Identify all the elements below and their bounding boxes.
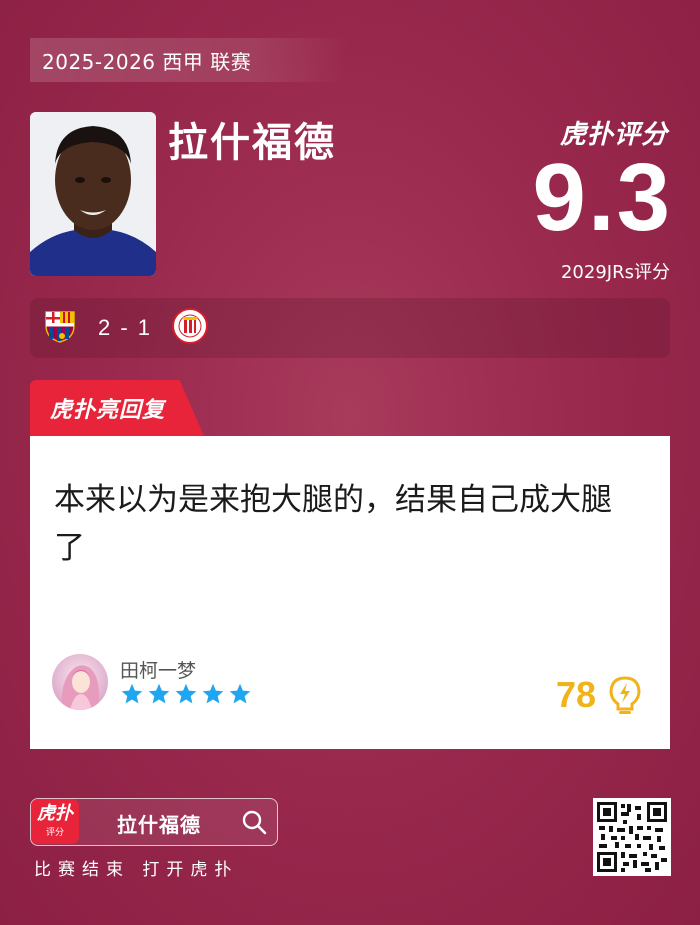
comment-text: 本来以为是来抱大腿的，结果自己成大腿了	[54, 482, 612, 566]
search-icon[interactable]	[241, 809, 267, 835]
app-search-badge[interactable]: 虎扑 评分 拉什福德	[30, 798, 278, 846]
match-result-bar[interactable]: 2 - 1	[30, 298, 670, 358]
star-icon	[202, 683, 224, 704]
app-icon-sublabel: 评分	[45, 828, 64, 838]
avatar[interactable]	[52, 654, 108, 710]
lightbulb-like-icon[interactable]	[608, 676, 642, 716]
hupu-top-reply-tab: 虎扑亮回复	[30, 380, 204, 436]
barcelona-crest-icon	[42, 308, 78, 348]
score-raters-count: 2029JRs评分	[560, 262, 670, 283]
commenter-username[interactable]: 田柯一梦	[120, 656, 196, 683]
comment-card[interactable]: 本来以为是来抱大腿的，结果自己成大腿了 田柯一梦 78	[30, 436, 670, 749]
player-photo	[30, 112, 156, 276]
app-icon-label: 虎扑	[37, 803, 73, 824]
star-icon	[229, 683, 251, 704]
girona-crest-icon	[172, 308, 209, 348]
match-score: 2 - 1	[98, 315, 153, 340]
player-name: 拉什福德	[168, 120, 336, 166]
search-query-label: 拉什福德	[117, 813, 201, 837]
qr-code	[593, 798, 671, 876]
league-season-tag: 2025-2026 西甲 联赛	[30, 38, 350, 82]
star-rating	[120, 682, 252, 706]
star-icon	[121, 683, 143, 704]
open-app-hint: 比赛结束 打开虎扑	[34, 860, 239, 880]
star-icon	[175, 683, 197, 704]
player-score: 9.3	[532, 144, 672, 251]
star-icon	[148, 683, 170, 704]
hupu-app-icon: 虎扑 评分	[31, 799, 79, 844]
like-count: 78	[555, 674, 596, 715]
